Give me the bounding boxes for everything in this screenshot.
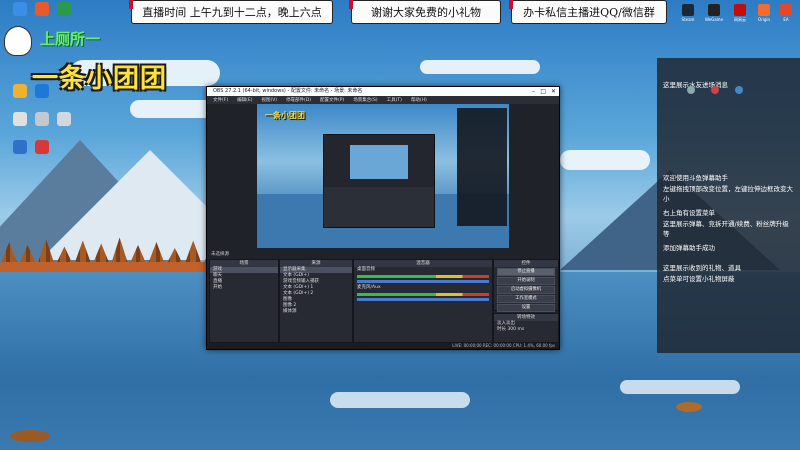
obs-preview-canvas[interactable]: 一条小团团 — [257, 104, 509, 248]
obs-titlebar[interactable]: OBS 27.2.1 (64-bit, windows) - 配置文件: 未命名… — [207, 87, 559, 96]
thanks-banner: 谢谢大家免费的小礼物 — [349, 0, 501, 24]
menu-docks[interactable]: 停靠部件(D) — [286, 97, 311, 103]
volume-meter — [357, 275, 489, 278]
menu-profile[interactable]: 配置文件(P) — [320, 97, 344, 103]
chat-message: 这里展示弹幕、竞拆开通/续费、粉丝牌升级等 — [663, 220, 789, 238]
gift-icon[interactable] — [711, 86, 719, 94]
mixer-channel-label: 麦克风/Aux — [357, 285, 381, 290]
chat-message: 右上角有设置菜单 — [663, 209, 715, 217]
volume-meter — [357, 293, 489, 296]
preview-nested-obs — [323, 134, 435, 228]
obs-menubar: 文件(F) 编辑(E) 视图(V) 停靠部件(D) 配置文件(P) 场景集合(S… — [207, 96, 559, 104]
menu-edit[interactable]: 编辑(E) — [237, 97, 252, 103]
controls-panel: 控件 停止直播 开始录制 启动虚拟摄像机 工作室模式 设置 退出 — [493, 259, 559, 321]
user-icon[interactable] — [735, 86, 743, 94]
chat-message: 这里展示收到的礼物、道具 — [663, 264, 741, 272]
scene-item[interactable]: 开始 — [210, 285, 278, 291]
volume-slider[interactable] — [357, 298, 489, 301]
transition-duration-field[interactable]: 时长 300 ms — [494, 327, 558, 333]
stop-streaming-button[interactable]: 停止直播 — [497, 268, 555, 276]
duration-value: 300 ms — [507, 327, 525, 332]
mixer-header: 混音器 — [354, 260, 492, 267]
scenes-header: 场景 — [210, 260, 278, 267]
duration-label: 时长 — [497, 327, 506, 332]
streamer-avatar — [4, 26, 32, 56]
chat-message: 左键拖拽顶部改变位置，左键拉伸边框改变大小 — [663, 185, 793, 203]
wegame-app-icon[interactable]: WeGame — [704, 4, 724, 22]
ea-app-icon[interactable]: EA — [776, 4, 796, 22]
menu-file[interactable]: 文件(F) — [213, 97, 228, 103]
obs-window-title: OBS 27.2.1 (64-bit, windows) - 配置文件: 未命名… — [213, 88, 363, 94]
chat-toolbar — [687, 86, 767, 96]
desktop-icon[interactable] — [44, 112, 84, 127]
danmaku-chat-panel[interactable]: 这里展示水友进场消息 欢迎使用斗鱼弹幕助手 左键拖拽顶部改变位置，左键拉伸边框改… — [657, 58, 800, 353]
start-virtual-camera-button[interactable]: 启动虚拟摄像机 — [497, 286, 555, 294]
desktop-icon[interactable] — [22, 140, 62, 155]
settings-button[interactable]: 设置 — [497, 304, 555, 312]
scenes-panel: 场景 游戏 聊天 直播 开始 — [209, 259, 279, 343]
menu-view[interactable]: 视图(V) — [261, 97, 277, 103]
menu-help[interactable]: 帮助(H) — [411, 97, 427, 103]
menu-scene-collection[interactable]: 场景集合(S) — [353, 97, 377, 103]
mixer-channel-label: 桌面音频 — [357, 267, 375, 272]
obs-window[interactable]: OBS 27.2.1 (64-bit, windows) - 配置文件: 未命名… — [206, 86, 560, 350]
qq-group-banner-text: 办卡私信主播进QQ/微信群 — [523, 6, 655, 19]
overlay-small-title: 上厕所一 — [40, 30, 101, 48]
schedule-banner: 直播时间 上午九到十二点，晚上六点 — [129, 0, 333, 24]
sources-header: 来源 — [280, 260, 352, 267]
start-recording-button[interactable]: 开始录制 — [497, 277, 555, 285]
maximize-icon[interactable]: □ — [540, 87, 546, 96]
sources-panel: 来源 显示器采集 文本 (GDI+) 游戏音频输入捕获 文本 (GDI+) 1 … — [279, 259, 353, 343]
settings-icon[interactable] — [687, 86, 695, 94]
thanks-banner-text: 谢谢大家免费的小礼物 — [371, 6, 481, 19]
obs-status-bar: LIVE: 00:00:00 REC: 00:00:00 CPU: 1.4%, … — [207, 343, 559, 349]
preview-source-label: 未选择源 — [211, 252, 229, 257]
audio-mixer-panel: 混音器 桌面音频 麦克风/Aux — [353, 259, 493, 343]
chat-message: 欢迎使用斗鱼弹幕助手 — [663, 174, 728, 182]
controls-header: 控件 — [494, 260, 558, 267]
overlay-big-title: 一条小团团 — [32, 64, 168, 94]
transitions-header: 转场特效 — [494, 314, 558, 321]
schedule-banner-text: 直播时间 上午九到十二点，晚上六点 — [142, 6, 322, 19]
volume-slider[interactable] — [357, 280, 489, 283]
close-icon[interactable]: ✕ — [551, 87, 556, 96]
transitions-panel: 转场特效 淡入淡出 时长 300 ms — [493, 313, 559, 343]
chat-message: 点菜单可设置小礼物屏蔽 — [663, 275, 735, 283]
menu-tools[interactable]: 工具(T) — [387, 97, 402, 103]
preview-overlay-title: 一条小团团 — [265, 111, 305, 120]
minimize-icon[interactable]: – — [532, 87, 535, 96]
studio-mode-button[interactable]: 工作室模式 — [497, 295, 555, 303]
source-item[interactable]: 媒体源 — [280, 309, 352, 315]
desktop-icon[interactable] — [44, 2, 84, 17]
preview-chat-panel — [457, 108, 507, 226]
chat-message: 添加弹幕助手成功 — [663, 244, 715, 252]
chat-header[interactable] — [657, 58, 800, 78]
netease-music-app-icon[interactable]: 网易云 — [730, 4, 750, 23]
qq-group-banner: 办卡私信主播进QQ/微信群 — [509, 0, 667, 24]
origin-app-icon[interactable]: Origin — [754, 4, 774, 22]
steam-app-icon[interactable]: Steam — [678, 4, 698, 22]
